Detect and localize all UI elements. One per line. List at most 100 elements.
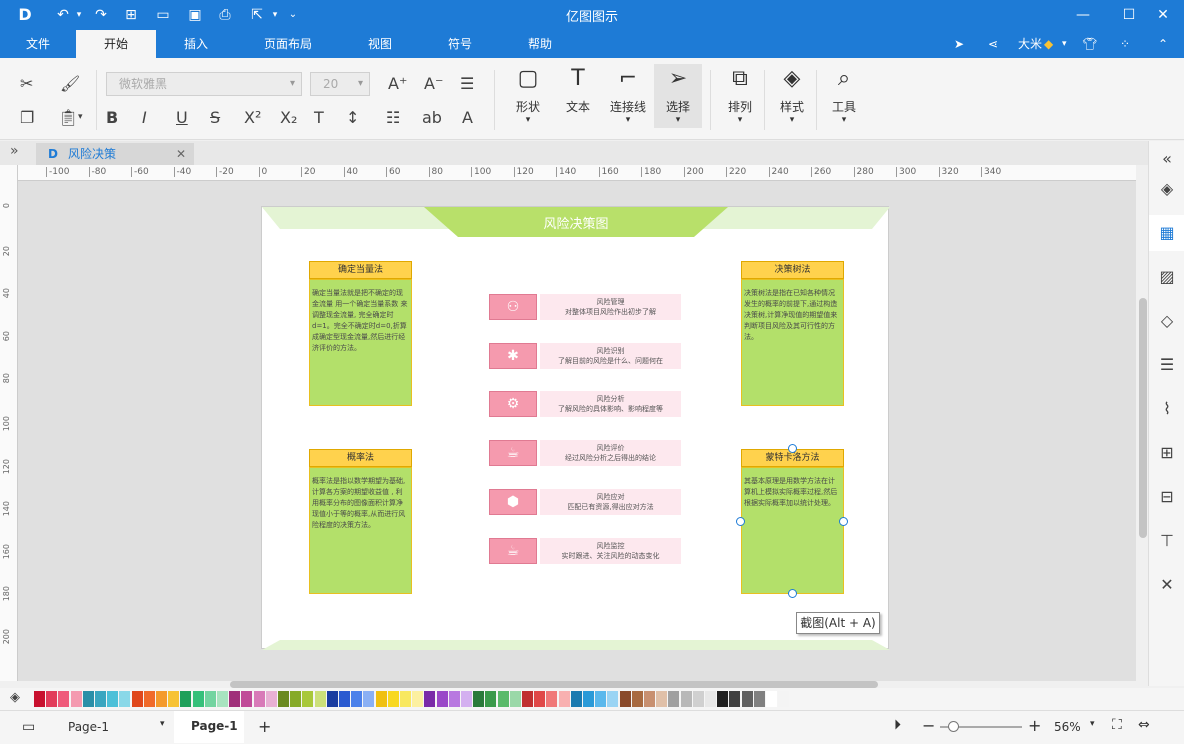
font-color-icon[interactable]: A [462, 108, 473, 127]
color-swatch[interactable] [326, 691, 338, 707]
color-swatch[interactable] [448, 691, 460, 707]
color-swatch[interactable] [680, 691, 692, 707]
color-swatch[interactable] [741, 691, 753, 707]
diagram-page[interactable]: 风险决策图 确定当量法 确定当量法就是把不确定的现金流量 用一个确定当量系数 来… [261, 206, 890, 650]
step-icon-risk-evaluation[interactable]: ☕︎ [489, 440, 537, 466]
zoom-slider-thumb[interactable] [948, 721, 959, 732]
page-select[interactable]: Page-1 [68, 720, 109, 734]
color-swatch[interactable] [705, 691, 716, 707]
menu-tab-symbols[interactable]: 符号 [432, 30, 488, 58]
color-swatch[interactable] [522, 691, 533, 707]
font-family-select[interactable]: 微软雅黑 [106, 72, 302, 96]
color-swatch[interactable] [473, 691, 485, 707]
step-text-risk-analysis[interactable]: 风险分析 了解风险的具体影响、影响程度等 [540, 391, 681, 417]
subscript-icon[interactable]: X₂ [280, 108, 297, 127]
chart-icon[interactable]: ⌇ [1149, 391, 1184, 427]
page-thumbnails-icon[interactable]: ▭ [22, 719, 35, 735]
step-icon-risk-monitoring[interactable]: ☕︎ [489, 538, 537, 564]
menu-tab-help[interactable]: 帮助 [512, 30, 568, 58]
menu-tab-page-layout[interactable]: 页面布局 [252, 30, 324, 58]
color-swatch[interactable] [570, 691, 582, 707]
page-icon[interactable]: ☰ [1149, 347, 1184, 383]
share-icon[interactable]: ⋖ [988, 35, 998, 53]
color-swatch[interactable] [156, 691, 167, 707]
close-button[interactable]: ✕ [1148, 4, 1178, 26]
paste-icon[interactable]: 📋︎ [58, 108, 78, 127]
zoom-level[interactable]: 56% [1054, 720, 1081, 734]
color-swatch[interactable] [509, 691, 521, 707]
copy-icon[interactable]: ❐ [20, 108, 34, 127]
color-swatch[interactable] [558, 691, 570, 707]
color-swatch[interactable] [412, 691, 424, 707]
color-swatch[interactable] [461, 691, 472, 707]
color-swatch[interactable] [692, 691, 704, 707]
step-text-risk-response[interactable]: 风险应对 匹配已有资源,得出应对方法 [540, 489, 681, 515]
color-swatch[interactable] [424, 691, 436, 707]
color-swatch[interactable] [497, 691, 509, 707]
color-swatch[interactable] [82, 691, 94, 707]
selection-handle-right[interactable] [839, 517, 848, 526]
step-icon-risk-identification[interactable]: ✱ [489, 343, 537, 369]
layers-icon[interactable]: ◇ [1149, 303, 1184, 339]
color-swatch[interactable] [436, 691, 448, 707]
color-swatch[interactable] [70, 691, 82, 707]
color-swatch[interactable] [95, 691, 106, 707]
menu-tab-view[interactable]: 视图 [352, 30, 408, 58]
color-swatch[interactable] [387, 691, 399, 707]
color-swatch[interactable] [217, 691, 228, 707]
underline-icon[interactable]: U [176, 108, 188, 127]
connector-button[interactable]: ⌐ 连接线 ▾ [604, 64, 652, 128]
send-icon[interactable]: ➤ [954, 35, 964, 53]
theme-shirt-icon[interactable]: 👕︎ [1082, 35, 1097, 53]
paste-dropdown-icon[interactable]: ▾ [78, 112, 83, 122]
page-tab[interactable]: Page-1 [174, 711, 244, 743]
shuffle-icon[interactable]: ✕ [1149, 567, 1184, 603]
step-text-risk-identification[interactable]: 风险识别 了解目前的风险是什么、问题何在 [540, 343, 681, 369]
card-title-certainty-equivalent[interactable]: 确定当量法 [309, 261, 412, 279]
italic-icon[interactable]: I [142, 108, 147, 127]
color-swatch[interactable] [595, 691, 607, 707]
color-swatch[interactable] [631, 691, 643, 707]
menu-file[interactable]: 文件 [14, 30, 62, 58]
menu-tab-insert[interactable]: 插入 [168, 30, 224, 58]
card-body-monte-carlo[interactable]: 其基本原理是用数学方法在计算机上模拟实际概率过程,然后根据实际概率加以统计处理。 [741, 467, 844, 594]
superscript-icon[interactable]: X² [244, 108, 261, 127]
color-swatch[interactable] [253, 691, 265, 707]
close-tab-icon[interactable]: ✕ [176, 143, 186, 165]
color-swatch[interactable] [34, 691, 45, 707]
step-icon-risk-management[interactable]: ⚇ [489, 294, 537, 320]
color-swatch[interactable] [607, 691, 619, 707]
color-swatch[interactable] [656, 691, 668, 707]
selection-handle-left[interactable] [736, 517, 745, 526]
menu-tab-home[interactable]: 开始 [76, 30, 156, 58]
play-icon[interactable]: ⏵ [894, 717, 901, 733]
minimize-button[interactable]: — [1068, 4, 1098, 26]
color-swatch[interactable] [668, 691, 680, 707]
color-swatch[interactable] [302, 691, 314, 707]
text-button[interactable]: T 文本 [554, 64, 602, 128]
increase-font-icon[interactable]: A⁺ [388, 74, 407, 93]
font-size-select[interactable]: 20 [310, 72, 370, 96]
card-body-decision-tree[interactable]: 决策树法是指在已知各种情况发生的概率的前提下,通过构造决策树,计算净现值的期望值… [741, 279, 844, 406]
apps-grid-icon[interactable]: ⁘ [1120, 35, 1130, 53]
zoom-slider[interactable] [940, 721, 1022, 732]
user-dropdown-icon[interactable]: ▾ [1062, 35, 1067, 53]
color-swatch[interactable] [180, 691, 192, 707]
color-swatch[interactable] [375, 691, 387, 707]
card-body-certainty-equivalent[interactable]: 确定当量法就是把不确定的现金流量 用一个确定当量系数 来调整现金流量, 完全确定… [309, 279, 412, 406]
zoom-in-icon[interactable]: + [1028, 716, 1041, 735]
format-painter-icon[interactable]: 🖌︎ [60, 74, 80, 93]
color-swatch[interactable] [546, 691, 558, 707]
select-button[interactable]: ➢ 选择 ▾ [654, 64, 702, 128]
step-text-risk-evaluation[interactable]: 风险评价 经过风险分析之后得出的结论 [540, 440, 681, 466]
symbol-library-icon[interactable]: ▦ [1149, 215, 1184, 251]
color-swatch[interactable] [107, 691, 119, 707]
shape-button[interactable]: ▢ 形状 ▾ [504, 64, 552, 128]
card-title-probability[interactable]: 概率法 [309, 449, 412, 467]
maximize-button[interactable]: ☐ [1114, 4, 1144, 26]
color-swatch[interactable] [241, 691, 253, 707]
style-button[interactable]: ◈ 样式 ▾ [768, 64, 816, 128]
color-swatch[interactable] [534, 691, 546, 707]
fill-icon[interactable]: ◈ [1149, 171, 1184, 207]
color-swatch[interactable] [778, 691, 790, 707]
